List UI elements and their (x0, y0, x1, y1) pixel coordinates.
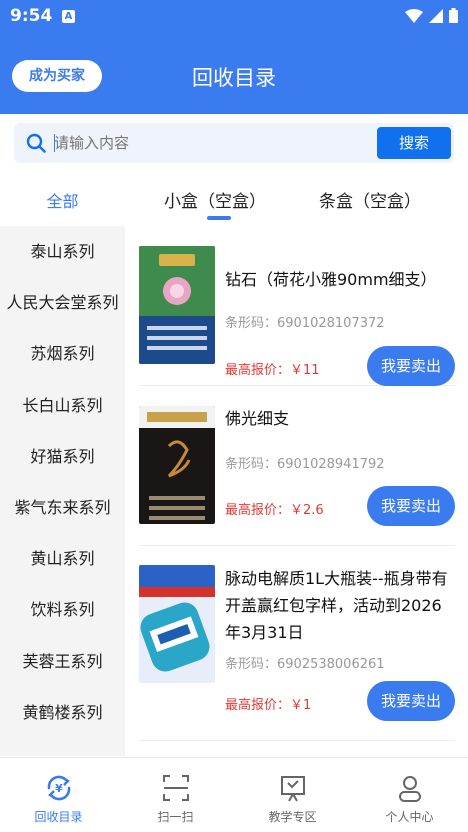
active-tab-indicator (207, 216, 231, 220)
scan-icon (163, 775, 189, 801)
tabbar-label: 回收目录 (34, 810, 83, 824)
status-time: 9:54 (10, 6, 53, 26)
series-sidebar: 泰山系列 人民大会堂系列 苏烟系列 长白山系列 好猫系列 紫气东来系列 黄山系列… (0, 226, 125, 756)
sell-button[interactable]: 我要卖出 (367, 681, 455, 721)
sidebar-item[interactable]: 黄鹤楼系列 (0, 687, 125, 738)
bottom-tab-bar: ¥ 回收目录 扫一扫 教学专区 个人中心 (0, 757, 468, 832)
category-tabs: 全部 小盒（空盒） 条盒（空盒） (0, 180, 468, 226)
tabbar-item-catalog[interactable]: ¥ 回收目录 (0, 758, 117, 832)
sidebar-item[interactable]: 芙蓉王系列 (0, 636, 125, 687)
tabbar-label: 扫一扫 (157, 810, 194, 824)
search-button[interactable]: 搜索 (377, 127, 451, 159)
status-bar: 9:54 A (0, 0, 468, 34)
sidebar-item[interactable]: 黄山系列 (0, 533, 125, 584)
product-barcode: 条形码：6902538006261 (225, 657, 385, 672)
app-header: 成为买家 回收目录 (0, 34, 468, 114)
sell-button[interactable]: 我要卖出 (367, 346, 455, 386)
page-title: 回收目录 (192, 66, 276, 90)
product-name: 佛光细支 (225, 409, 290, 428)
tab-carton[interactable]: 条盒（空盒） (305, 180, 435, 226)
search-bar: 搜索 (14, 123, 454, 163)
product-price: 最高报价：￥1 (225, 698, 312, 713)
sidebar-item[interactable]: 长白山系列 (0, 380, 125, 431)
user-icon (399, 776, 421, 802)
sidebar-item[interactable]: 苏烟系列 (0, 328, 125, 379)
product-image (139, 406, 215, 524)
tabbar-item-profile[interactable]: 个人中心 (351, 758, 468, 832)
search-icon (26, 133, 46, 153)
product-price: 最高报价：￥11 (225, 363, 320, 378)
list-item[interactable]: 脉动电解质1L大瓶装--瓶身带有开盖赢红包字样，活动到2026年3月31日 条形… (139, 547, 455, 741)
sidebar-item[interactable]: 人民大会堂系列 (0, 277, 125, 328)
svg-text:¥: ¥ (55, 782, 63, 795)
sidebar-item[interactable]: 紫气东来系列 (0, 482, 125, 533)
wifi-icon (405, 8, 423, 23)
product-barcode: 条形码：6901028941792 (225, 457, 385, 472)
product-price: 最高报价：￥2.6 (225, 503, 324, 518)
sell-button[interactable]: 我要卖出 (367, 486, 455, 526)
tabbar-label: 教学专区 (268, 810, 317, 824)
tabbar-item-teaching[interactable]: 教学专区 (234, 758, 351, 832)
recycle-catalog-icon: ¥ (47, 775, 71, 801)
battery-icon (449, 8, 458, 23)
sidebar-item[interactable]: 好猫系列 (0, 431, 125, 482)
list-item[interactable]: 钻石（荷花小雅90mm细支） 条形码：6901028107372 最高报价：￥1… (139, 246, 455, 386)
product-image (139, 565, 215, 683)
sidebar-item[interactable]: 饮料系列 (0, 584, 125, 635)
search-input[interactable] (54, 131, 374, 155)
notification-icon: A (62, 10, 75, 23)
sidebar-item[interactable]: 泰山系列 (0, 226, 125, 277)
product-barcode: 条形码：6901028107372 (225, 316, 385, 331)
status-icons (405, 8, 458, 23)
product-name: 脉动电解质1L大瓶装--瓶身带有开盖赢红包字样，活动到2026年3月31日 (225, 569, 448, 642)
list-item[interactable]: 佛光细支 条形码：6901028941792 最高报价：￥2.6 我要卖出 (139, 387, 455, 546)
tabbar-item-scan[interactable]: 扫一扫 (117, 758, 234, 832)
teaching-icon (281, 776, 305, 802)
product-list: 钻石（荷花小雅90mm细支） 条形码：6901028107372 最高报价：￥1… (125, 226, 468, 756)
product-name: 钻石（荷花小雅90mm细支） (225, 270, 437, 289)
tabbar-label: 个人中心 (385, 810, 434, 824)
product-image (139, 246, 215, 364)
tab-all[interactable]: 全部 (0, 180, 125, 226)
signal-icon (429, 8, 443, 23)
